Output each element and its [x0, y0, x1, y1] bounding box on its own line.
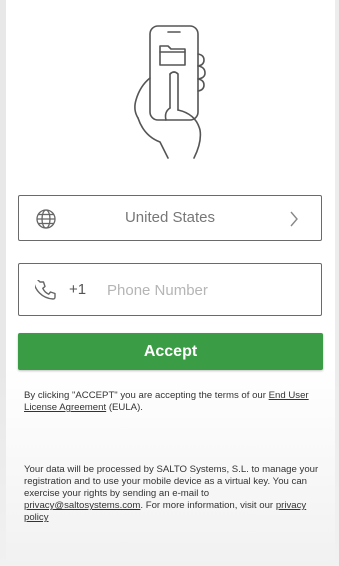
accept-button[interactable]: Accept	[18, 333, 323, 370]
phone-icon	[35, 280, 56, 300]
phone-field[interactable]: +1	[18, 263, 322, 316]
registration-screen: United States +1 Accept By clicking "ACC…	[0, 0, 339, 566]
phone-number-input[interactable]	[105, 276, 309, 304]
chevron-right-icon	[290, 211, 298, 227]
terms-text-after: (EULA).	[108, 402, 143, 413]
privacy-email-link[interactable]: privacy@saltosystems.com	[24, 500, 140, 511]
country-name: United States	[124, 209, 216, 226]
globe-icon	[36, 209, 56, 229]
dial-code: +1	[69, 281, 87, 298]
country-selector[interactable]: United States	[18, 195, 322, 241]
privacy-text: Your data will be processed by SALTO Sys…	[24, 464, 320, 524]
privacy-text-middle: . For more information, visit our	[140, 500, 274, 511]
hand-phone-illustration-icon	[134, 25, 206, 159]
terms-text: By clicking "ACCEPT" you are accepting t…	[24, 390, 319, 414]
privacy-text-before: Your data will be processed by SALTO Sys…	[24, 464, 319, 499]
terms-text-before: By clicking "ACCEPT" you are accepting t…	[24, 390, 266, 401]
